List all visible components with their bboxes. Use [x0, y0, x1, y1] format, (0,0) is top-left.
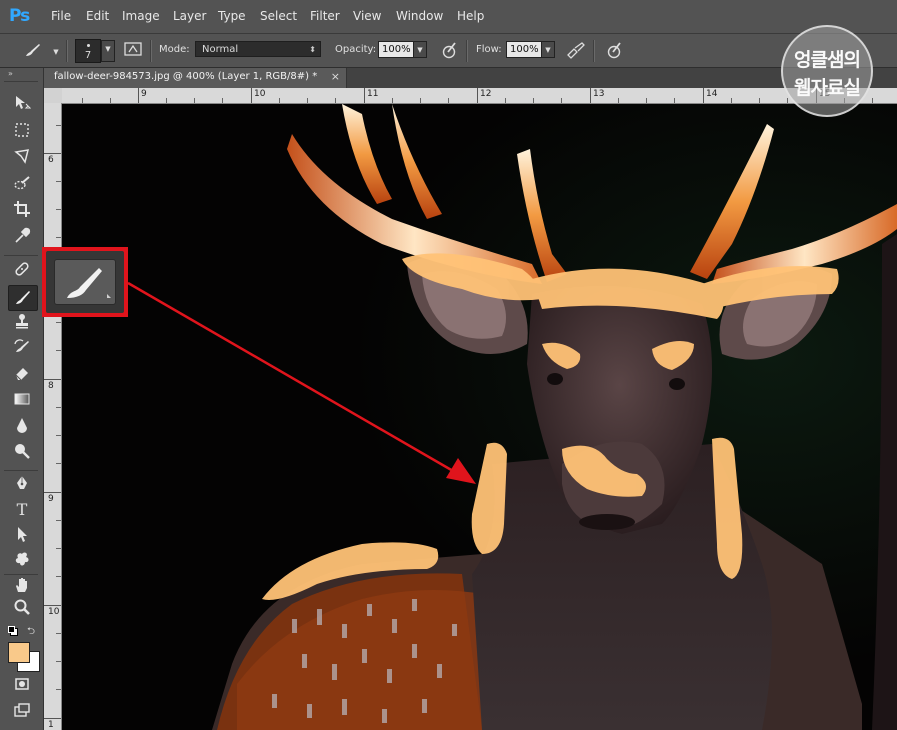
watermark-line-2: 웹자료실	[794, 77, 861, 99]
watermark-stamp: 엉클샘의 웹자료실	[781, 25, 873, 117]
watermark-line-1: 엉클샘의	[794, 49, 861, 71]
arrow-head-icon	[446, 458, 476, 484]
arrow-line	[127, 281, 461, 477]
callout-arrow	[127, 281, 476, 484]
